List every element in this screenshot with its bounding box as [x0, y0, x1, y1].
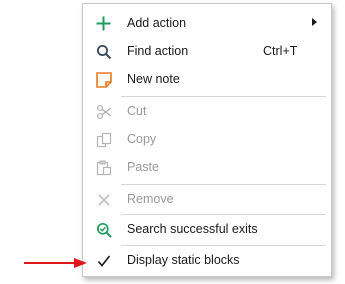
screen: Add action Find action Ctrl+T New note C…	[0, 0, 345, 284]
menu-item-label: Find action	[127, 44, 189, 58]
menu-item-label: Paste	[127, 160, 159, 174]
search-check-icon	[95, 221, 112, 238]
menu-item-label: Search successful exits	[127, 222, 258, 236]
menu-item-display-static-blocks[interactable]: Display static blocks	[83, 246, 331, 274]
menu-item-cut[interactable]: Cut	[83, 97, 331, 125]
search-icon	[95, 43, 112, 60]
scissors-icon	[95, 103, 112, 120]
checkmark-icon	[95, 252, 112, 269]
note-icon	[95, 71, 112, 88]
menu-item-label: Display static blocks	[127, 253, 240, 267]
menu-item-paste[interactable]: Paste	[83, 153, 331, 181]
submenu-arrow-icon	[312, 18, 317, 26]
context-menu: Add action Find action Ctrl+T New note C…	[82, 3, 332, 277]
menu-item-add-action[interactable]: Add action	[83, 9, 331, 37]
menu-item-label: New note	[127, 72, 180, 86]
menu-item-label: Add action	[127, 16, 187, 30]
paste-icon	[95, 159, 112, 176]
menu-item-copy[interactable]: Copy	[83, 125, 331, 153]
menu-item-label: Cut	[127, 104, 147, 118]
x-icon	[95, 191, 112, 208]
menu-item-label: Copy	[127, 132, 157, 146]
menu-item-new-note[interactable]: New note	[83, 65, 331, 93]
menu-item-remove[interactable]: Remove	[83, 185, 331, 213]
menu-item-shortcut: Ctrl+T	[263, 44, 298, 58]
plus-icon	[95, 15, 112, 32]
menu-item-search-successful-exits[interactable]: Search successful exits	[83, 215, 331, 243]
copy-icon	[95, 131, 112, 148]
annotation-arrow-icon	[24, 258, 87, 268]
menu-item-find-action[interactable]: Find action Ctrl+T	[83, 37, 331, 65]
menu-item-label: Remove	[127, 192, 174, 206]
